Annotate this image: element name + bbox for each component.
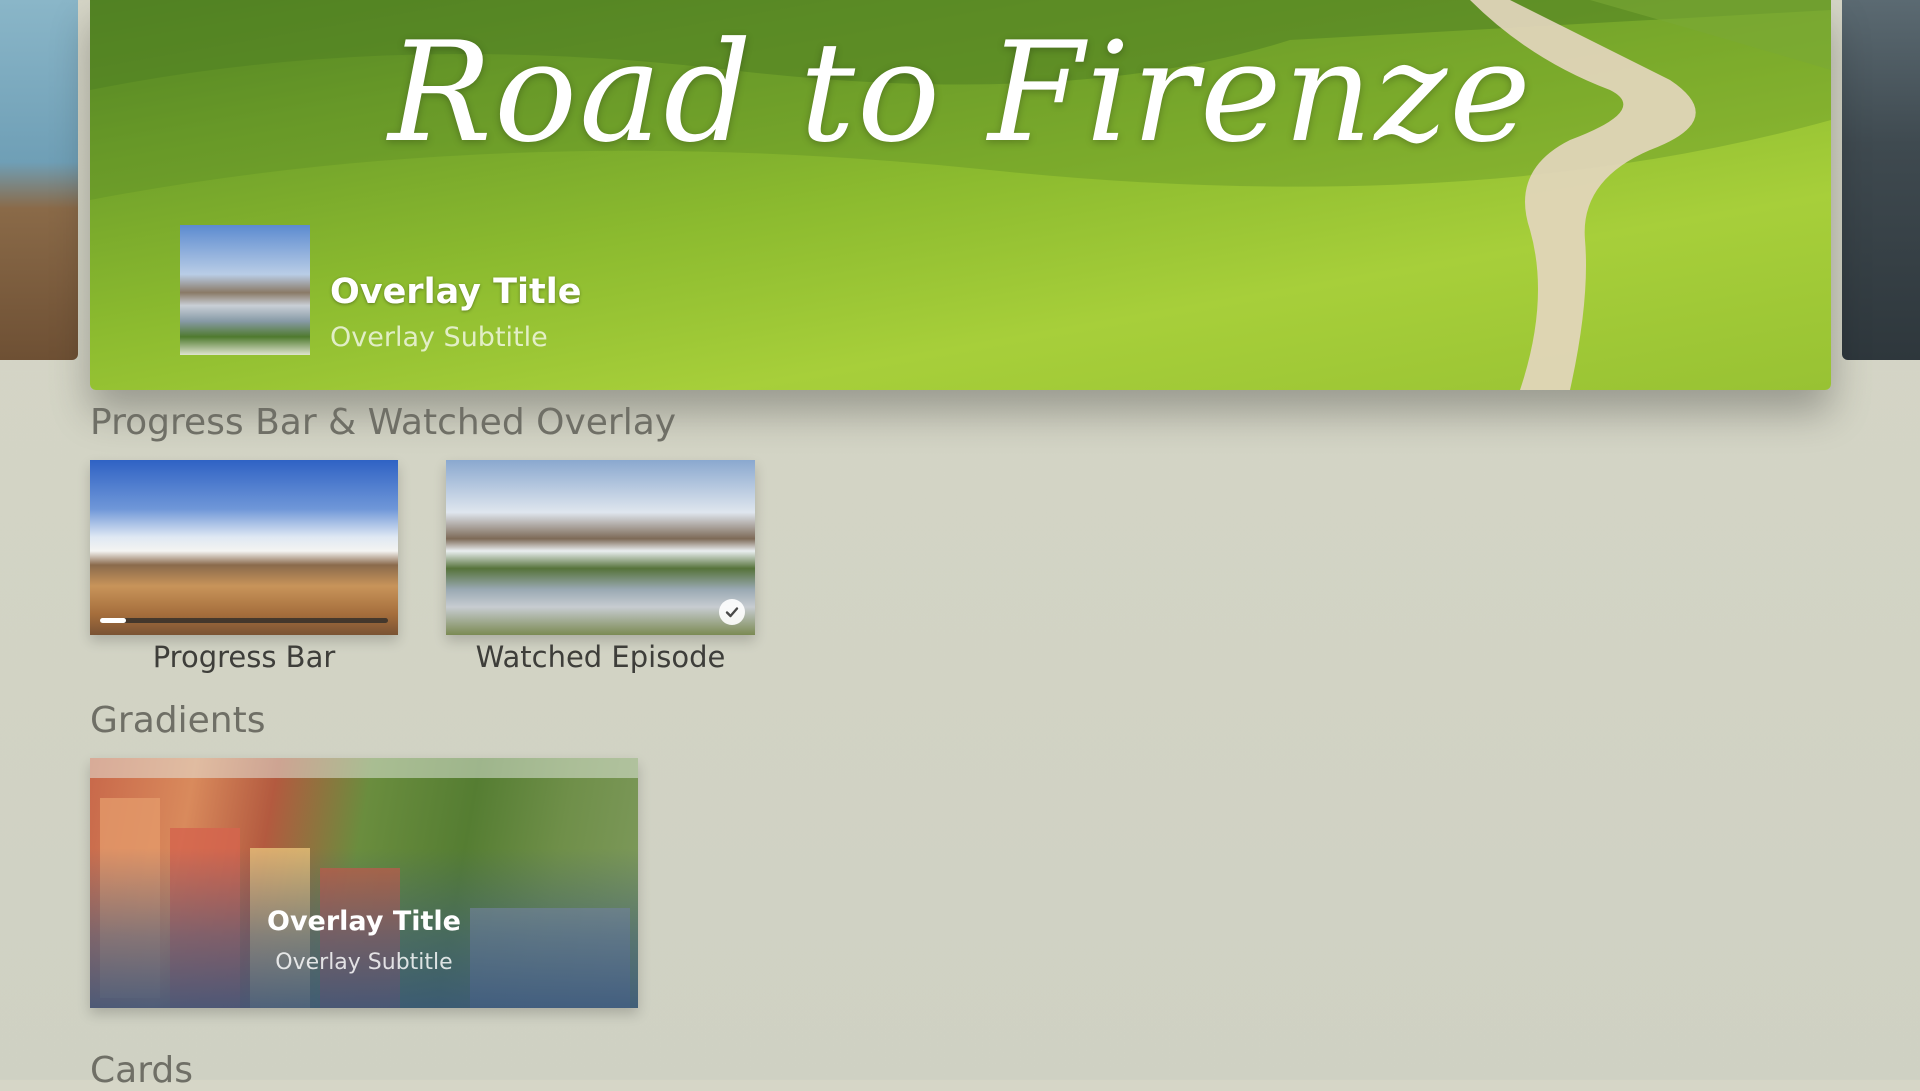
- section-title-progress: Progress Bar & Watched Overlay: [90, 402, 677, 443]
- gradient-card[interactable]: Overlay Title Overlay Subtitle: [90, 758, 638, 1008]
- section-title-gradients: Gradients: [90, 700, 266, 741]
- gradient-overlay-title: Overlay Title: [267, 906, 461, 937]
- progress-bar-caption: Progress Bar: [152, 640, 336, 674]
- section-title-cards: Cards: [90, 1050, 193, 1091]
- hero-overlay-thumbnail: [180, 225, 310, 355]
- progress-fill: [100, 618, 126, 623]
- shelf-peek-left[interactable]: [0, 0, 78, 360]
- hero-overlay-title: Overlay Title: [330, 272, 582, 312]
- checkmark-icon: [719, 599, 745, 625]
- progress-track: [100, 618, 388, 623]
- watched-episode-caption: Watched Episode: [475, 640, 726, 674]
- hero-overlay-subtitle: Overlay Subtitle: [330, 322, 548, 353]
- hero-title: Road to Firenze: [388, 12, 1533, 173]
- gradient-overlay-subtitle: Overlay Subtitle: [275, 950, 453, 975]
- hero-banner[interactable]: Road to Firenze Overlay Title Overlay Su…: [90, 0, 1831, 390]
- progress-bar-item[interactable]: [90, 460, 398, 635]
- watched-episode-item[interactable]: [446, 460, 755, 635]
- shelf-peek-right[interactable]: [1842, 0, 1920, 360]
